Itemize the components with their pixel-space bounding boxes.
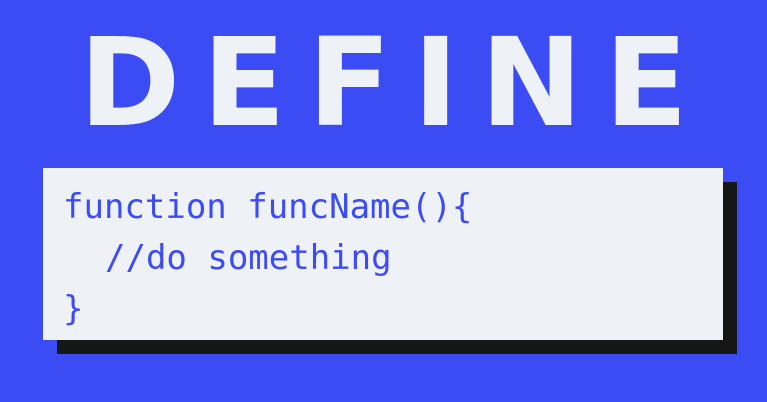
code-line-comment: //do something <box>63 233 472 284</box>
page-title: DEFINE <box>79 12 710 154</box>
code-block: function funcName(){ //do something } <box>43 168 723 340</box>
code-comment-text: //do something <box>105 238 392 278</box>
code-lines: function funcName(){ //do something } <box>63 182 472 335</box>
code-line-function-declaration: function funcName(){ <box>63 187 473 227</box>
code-line-closing-brace: } <box>63 289 84 329</box>
